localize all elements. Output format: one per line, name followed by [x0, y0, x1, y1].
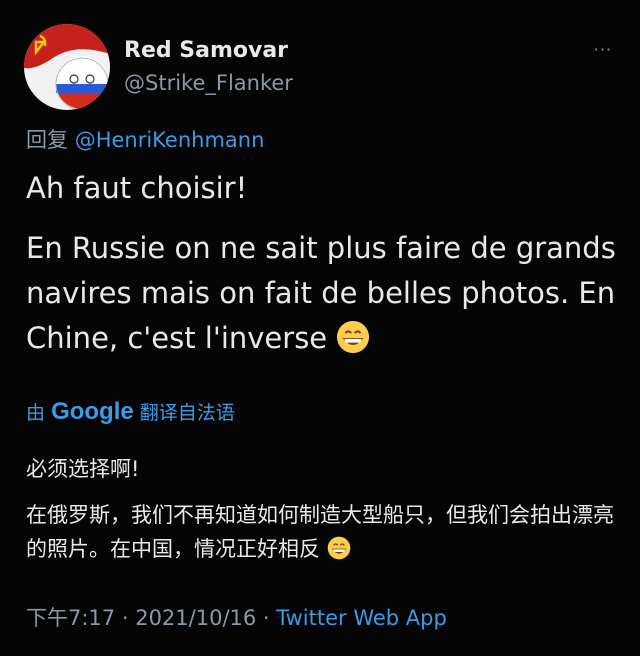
tweet-source-link[interactable]: Twitter Web App — [276, 606, 447, 630]
meta-separator-2: · — [256, 606, 277, 630]
tweet-metadata: 下午7:17 · 2021/10/16 · Twitter Web App — [26, 602, 447, 632]
translation-line-2: 在俄罗斯，我们不再知道如何制造大型船只，但我们会拍出漂亮的照片。在中国，情况正好… — [26, 498, 626, 566]
translate-prefix: 由 — [26, 402, 46, 424]
reply-mention-link[interactable]: @HenriKenhmann — [75, 128, 265, 152]
user-handle[interactable]: @Strike_Flanker — [124, 71, 293, 95]
more-options-icon[interactable]: ··· — [594, 40, 612, 59]
avatar[interactable] — [24, 24, 110, 110]
meta-separator: · — [115, 606, 136, 630]
tweet-date[interactable]: 2021/10/16 — [135, 606, 256, 630]
display-name[interactable]: Red Samovar — [124, 38, 288, 63]
tweet-paragraph-1: Ah faut choisir! — [26, 171, 248, 205]
tweet-paragraph-2: En Russie on ne sait plus faire de grand… — [26, 226, 616, 361]
translation-line-2-text: 在俄罗斯，我们不再知道如何制造大型船只，但我们会拍出漂亮的照片。在中国，情况正好… — [26, 503, 614, 561]
grinning-face-icon — [327, 536, 351, 560]
tweet-card: Red Samovar @Strike_Flanker ··· 回复 @Henr… — [0, 0, 640, 656]
reply-prefix: 回复 — [26, 128, 68, 152]
translation-line-1: 必须选择啊! — [26, 457, 140, 481]
google-logo: Google — [51, 398, 134, 425]
tweet-time[interactable]: 下午7:17 — [26, 606, 115, 630]
translate-link[interactable]: 由 Google 翻译自法语 — [26, 398, 235, 426]
countryball-avatar-icon — [24, 24, 110, 110]
grinning-face-icon — [337, 320, 370, 354]
reply-context: 回复 @HenriKenhmann — [26, 124, 264, 154]
translate-suffix: 翻译自法语 — [139, 402, 235, 424]
tweet-paragraph-2-text: En Russie on ne sait plus faire de grand… — [26, 231, 616, 355]
